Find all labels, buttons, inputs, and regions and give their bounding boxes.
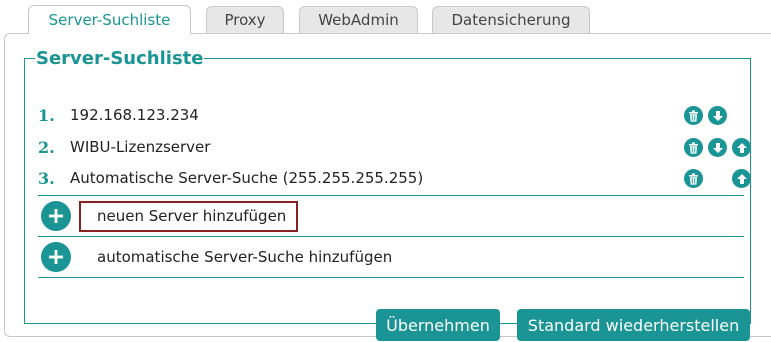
- divider: [38, 236, 744, 237]
- server-number: 2.: [38, 137, 55, 157]
- arrow-down-icon[interactable]: [708, 138, 727, 157]
- server-name: WIBU-Lizenzserver: [70, 138, 211, 156]
- plus-icon[interactable]: [41, 242, 71, 272]
- plus-icon[interactable]: [41, 201, 71, 231]
- trash-icon[interactable]: [684, 169, 703, 188]
- server-row: 1. 192.168.123.234: [38, 100, 744, 130]
- tab-bar: Server-Suchliste Proxy WebAdmin Datensic…: [0, 0, 771, 34]
- add-auto-search-label[interactable]: automatische Server-Suche hinzufügen: [97, 248, 392, 266]
- tab-proxy[interactable]: Proxy: [206, 6, 284, 33]
- arrow-down-icon[interactable]: [708, 106, 727, 125]
- apply-button[interactable]: Übernehmen: [376, 309, 500, 341]
- server-row: 3. Automatische Server-Suche (255.255.25…: [38, 163, 751, 193]
- trash-icon[interactable]: [684, 106, 703, 125]
- row-actions: [684, 132, 751, 162]
- server-list-fieldset: Server-Suchliste 1. 192.168.123.234 2. W…: [24, 48, 751, 341]
- server-row: 2. WIBU-Lizenzserver: [38, 132, 751, 162]
- server-number: 3.: [38, 168, 55, 188]
- row-actions: [684, 100, 744, 130]
- divider: [38, 277, 744, 278]
- arrow-up-icon[interactable]: [732, 138, 751, 157]
- server-number: 1.: [38, 105, 55, 125]
- server-name: Automatische Server-Suche (255.255.255.2…: [70, 169, 424, 187]
- tab-panel: Server-Suchliste 1. 192.168.123.234 2. W…: [4, 33, 771, 341]
- add-auto-search-row[interactable]: automatische Server-Suche hinzufügen: [41, 239, 744, 275]
- arrow-up-icon[interactable]: [732, 169, 751, 188]
- tab-webadmin[interactable]: WebAdmin: [299, 6, 418, 33]
- divider: [38, 195, 744, 196]
- trash-icon[interactable]: [684, 138, 703, 157]
- tab-datensicherung[interactable]: Datensicherung: [432, 6, 590, 33]
- section-title: Server-Suchliste: [36, 48, 204, 69]
- row-actions: [684, 163, 751, 193]
- add-server-label[interactable]: neuen Server hinzufügen: [79, 200, 299, 232]
- add-server-row[interactable]: neuen Server hinzufügen: [41, 198, 744, 234]
- tab-server-suchliste[interactable]: Server-Suchliste: [28, 5, 191, 34]
- restore-defaults-button[interactable]: Standard wiederherstellen: [517, 309, 750, 341]
- server-name: 192.168.123.234: [70, 106, 199, 124]
